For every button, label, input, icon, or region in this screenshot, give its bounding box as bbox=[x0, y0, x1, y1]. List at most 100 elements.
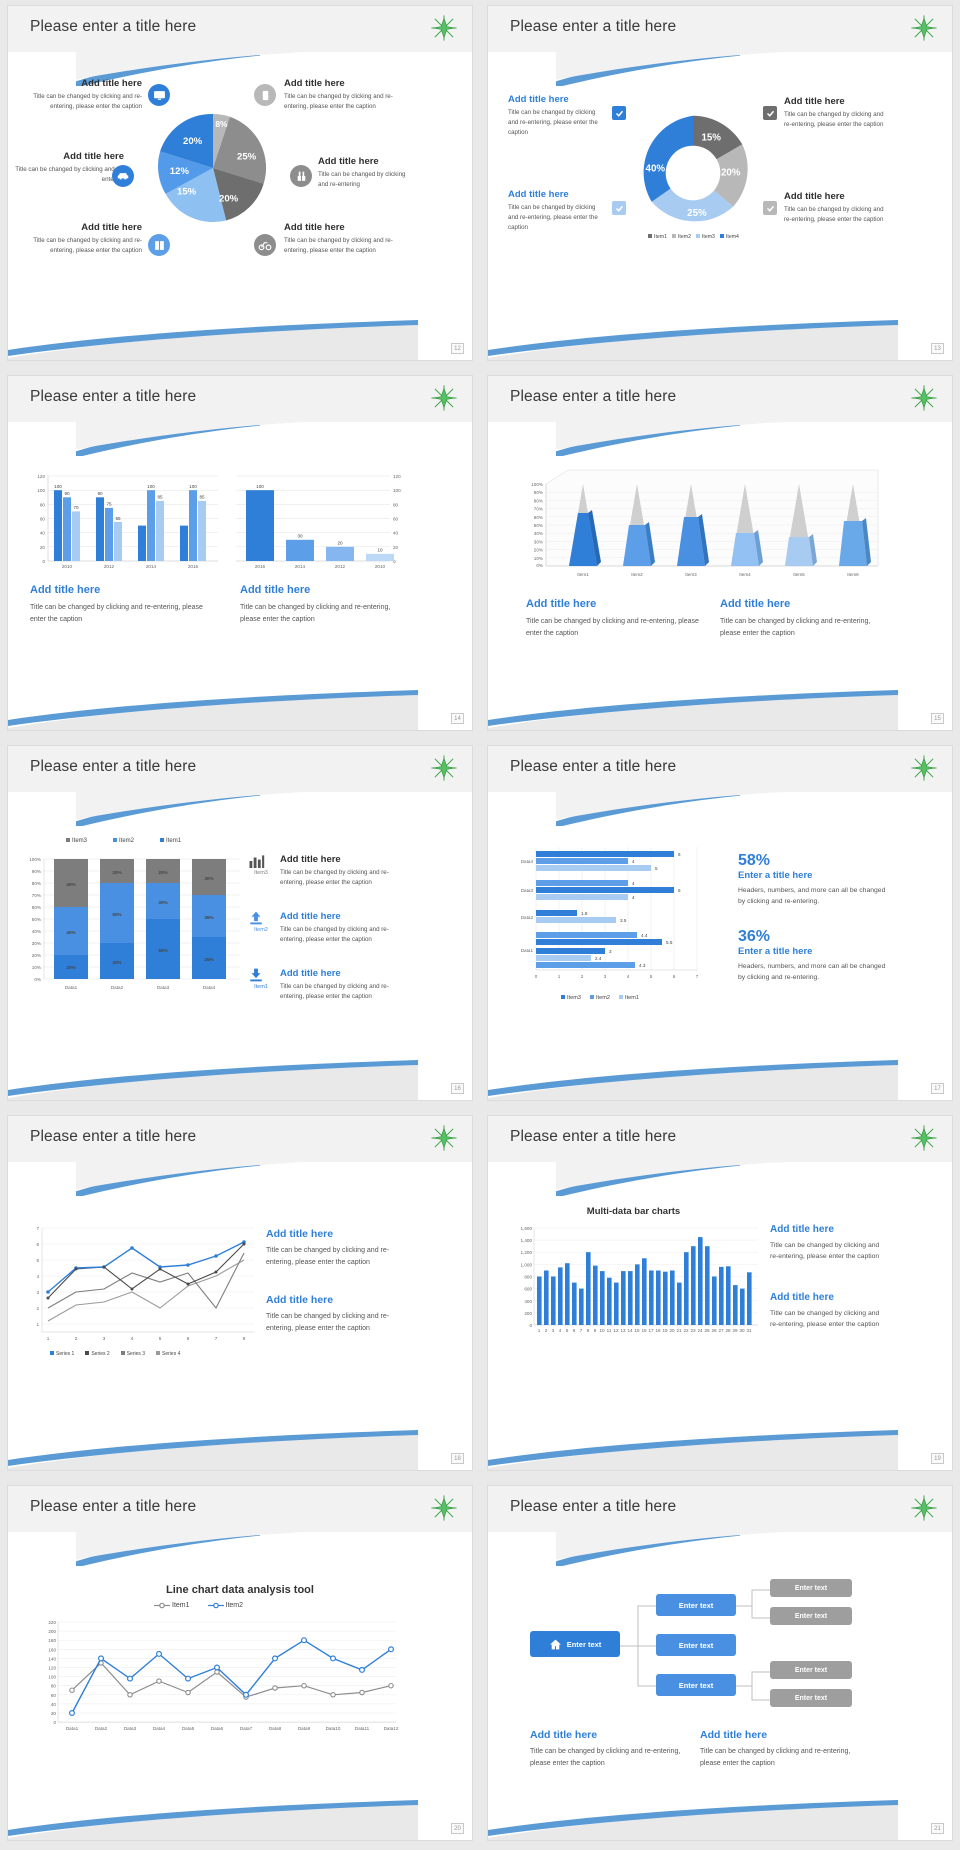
slide-cell-16[interactable]: Please enter a title here Item3 Item2 It… bbox=[0, 740, 480, 1110]
slide-cell-20[interactable]: Please enter a title here Line chart dat… bbox=[0, 1480, 480, 1850]
svg-text:20: 20 bbox=[337, 541, 343, 546]
checkbox-checked-icon[interactable] bbox=[612, 106, 626, 120]
item-title: Add title here bbox=[280, 854, 341, 865]
svg-text:0%: 0% bbox=[536, 563, 543, 568]
footer-ribbon bbox=[488, 1060, 898, 1100]
flow-mid-node-2[interactable]: Enter text bbox=[656, 1634, 736, 1656]
flow-leaf-label: Enter text bbox=[794, 1584, 828, 1592]
star-burst-icon bbox=[911, 15, 937, 41]
column-caption: Title can be changed by clicking and re-… bbox=[530, 1748, 681, 1767]
svg-text:3: 3 bbox=[103, 1336, 106, 1341]
flow-leaf-node-2[interactable]: Enter text bbox=[770, 1607, 852, 1625]
svg-text:7: 7 bbox=[215, 1336, 218, 1341]
x-tick: 2014 bbox=[146, 564, 157, 569]
slide-15[interactable]: Please enter a title here 100% 90% 80% 70% bbox=[488, 376, 952, 730]
list-item[interactable]: Item2 Add title here Title can be change… bbox=[248, 911, 403, 945]
column-title: Add title here bbox=[720, 598, 791, 610]
svg-text:100: 100 bbox=[189, 484, 197, 489]
list-item[interactable]: Item1 Add title here Title can be change… bbox=[248, 968, 403, 1002]
callout-caption: Title can be changed by clicking and re-… bbox=[33, 237, 142, 255]
svg-text:80: 80 bbox=[40, 502, 46, 507]
svg-text:90: 90 bbox=[64, 491, 70, 496]
slide-12[interactable]: Please enter a title here 8% 25% 20% 15% bbox=[8, 6, 472, 360]
svg-text:7: 7 bbox=[696, 974, 699, 979]
svg-text:90%: 90% bbox=[534, 490, 543, 495]
slide-14[interactable]: Please enter a title here 120 100 80 60 40 2… bbox=[8, 376, 472, 730]
svg-text:5: 5 bbox=[650, 974, 653, 979]
legend-item-2: Item2 bbox=[671, 234, 691, 240]
svg-text:1: 1 bbox=[558, 974, 561, 979]
donut-label-40: 40% bbox=[646, 164, 666, 175]
legend-item-s4: Series 4 bbox=[156, 1351, 180, 1357]
slide-cell-21[interactable]: Please enter a title here Enter text Ent… bbox=[480, 1480, 960, 1850]
slide-18[interactable]: Please enter a title here 7654 321 1 2 3… bbox=[8, 1116, 472, 1470]
stat-block-1: 58% Enter a title here Headers, numbers,… bbox=[738, 852, 888, 907]
list-item[interactable]: Item3 Add title here Title can be change… bbox=[248, 854, 403, 888]
slide-cell-17[interactable]: Please enter a title here 6 4 5 4 6 4 1.… bbox=[480, 740, 960, 1110]
checkbox-checked-icon[interactable] bbox=[763, 201, 777, 215]
page-number: 14 bbox=[451, 713, 464, 724]
svg-text:Item5: Item5 bbox=[793, 572, 805, 577]
flow-leaf-node-1[interactable]: Enter text bbox=[770, 1579, 852, 1597]
bar-chart-icon-wrap: Item3 bbox=[248, 854, 274, 888]
slide-17[interactable]: Please enter a title here 6 4 5 4 6 4 1.… bbox=[488, 746, 952, 1100]
slide-16[interactable]: Please enter a title here Item3 Item2 It… bbox=[8, 746, 472, 1100]
svg-text:70%: 70% bbox=[32, 893, 41, 898]
slide-13[interactable]: Please enter a title here 15% 20% 25% 40… bbox=[488, 6, 952, 360]
slide-grid: Please enter a title here 8% 25% 20% 15% bbox=[0, 0, 960, 1850]
slide-cell-19[interactable]: Please enter a title here Multi-data bar… bbox=[480, 1110, 960, 1480]
slide-20[interactable]: Please enter a title here Line chart dat… bbox=[8, 1486, 472, 1840]
flow-leaf-label: Enter text bbox=[794, 1612, 828, 1620]
column-text-2: Add title here Title can be changed by c… bbox=[700, 1729, 855, 1769]
svg-text:4: 4 bbox=[627, 974, 630, 979]
svg-text:6: 6 bbox=[573, 1328, 576, 1333]
callout-title: Add title here bbox=[318, 156, 379, 167]
column-text-2: Add title here Title can be changed by c… bbox=[720, 598, 885, 639]
svg-text:30: 30 bbox=[297, 534, 303, 539]
book-icon bbox=[148, 234, 170, 256]
svg-text:1,000: 1,000 bbox=[521, 1262, 533, 1267]
svg-text:14: 14 bbox=[627, 1328, 633, 1333]
multi-data-bar-chart: 1,6001,4001,2001,000 8006004002000 1 2 3… bbox=[521, 1226, 758, 1333]
svg-text:100%: 100% bbox=[29, 857, 41, 862]
slide-21[interactable]: Please enter a title here Enter text Ent… bbox=[488, 1486, 952, 1840]
callout-phone: Add title here Title can be changed by c… bbox=[284, 78, 406, 112]
svg-text:50%: 50% bbox=[158, 948, 167, 953]
slide-19[interactable]: Please enter a title here Multi-data bar… bbox=[488, 1116, 952, 1470]
svg-text:0: 0 bbox=[53, 1720, 56, 1725]
svg-text:2.4: 2.4 bbox=[595, 956, 602, 961]
download-icon-wrap: Item1 bbox=[248, 968, 274, 1002]
flow-mid-label: Enter text bbox=[678, 1600, 714, 1610]
flow-mid-node-1[interactable]: Enter text bbox=[656, 1594, 736, 1616]
star-burst-icon bbox=[431, 385, 457, 411]
svg-text:35%: 35% bbox=[204, 957, 213, 962]
slide-cell-15[interactable]: Please enter a title here 100% 90% 80% 70% bbox=[480, 370, 960, 740]
slide-cell-12[interactable]: Please enter a title here 8% 25% 20% 15% bbox=[0, 0, 480, 370]
callout-book: Add title here Title can be changed by c… bbox=[22, 222, 142, 256]
slide-cell-18[interactable]: Please enter a title here 7654 321 1 2 3… bbox=[0, 1110, 480, 1480]
svg-text:200: 200 bbox=[524, 1311, 532, 1316]
svg-text:80%: 80% bbox=[534, 498, 543, 503]
checkbox-checked-icon[interactable] bbox=[763, 106, 777, 120]
flow-leaf-node-4[interactable]: Enter text bbox=[770, 1689, 852, 1707]
flow-leaf-node-3[interactable]: Enter text bbox=[770, 1661, 852, 1679]
star-burst-icon bbox=[911, 1125, 937, 1151]
slide-cell-13[interactable]: Please enter a title here 15% 20% 25% 40… bbox=[480, 0, 960, 370]
checkbox-checked-icon[interactable] bbox=[612, 201, 626, 215]
svg-text:16: 16 bbox=[641, 1328, 647, 1333]
header-ribbon bbox=[556, 786, 884, 826]
svg-text:120: 120 bbox=[393, 474, 401, 479]
x-tick: 2016 bbox=[255, 564, 266, 569]
svg-text:600: 600 bbox=[524, 1287, 532, 1292]
pie-label-12: 12% bbox=[170, 166, 190, 177]
svg-text:30%: 30% bbox=[112, 960, 121, 965]
svg-text:Data12: Data12 bbox=[384, 1726, 399, 1731]
svg-text:5: 5 bbox=[655, 866, 658, 871]
svg-text:Data7: Data7 bbox=[240, 1726, 253, 1731]
svg-text:30: 30 bbox=[739, 1328, 745, 1333]
svg-text:20%: 20% bbox=[66, 965, 75, 970]
flow-root-node[interactable]: Enter text bbox=[530, 1631, 620, 1657]
slide-cell-14[interactable]: Please enter a title here 120 100 80 60 40 2… bbox=[0, 370, 480, 740]
flow-mid-node-3[interactable]: Enter text bbox=[656, 1674, 736, 1696]
callout-car: Add title here Title can be changed by c… bbox=[14, 151, 124, 185]
